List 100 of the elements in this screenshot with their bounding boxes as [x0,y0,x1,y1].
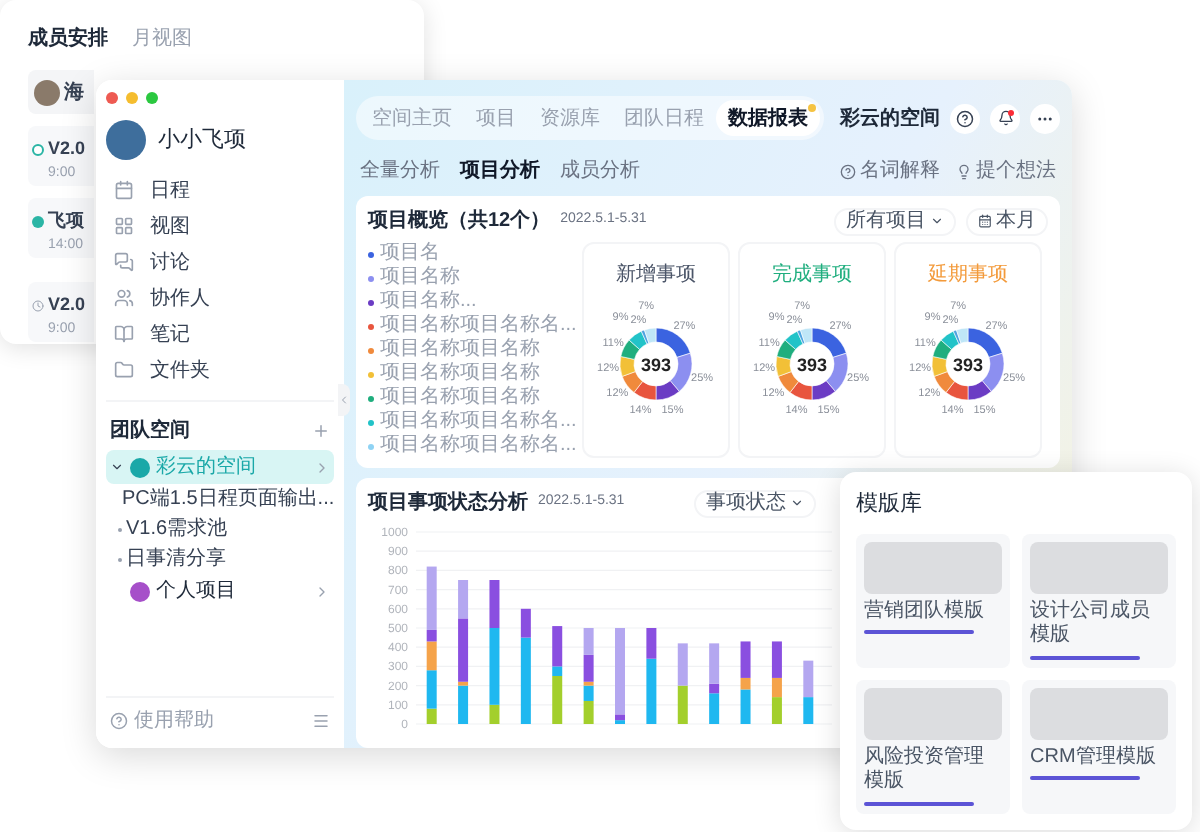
nav-icon [114,180,134,200]
help-link[interactable]: 名词解释 [840,156,940,186]
total-value: 393 [952,355,984,375]
template-card[interactable]: 设计公司成员模版 [1022,533,1176,667]
period-button[interactable]: 本月 [966,207,1048,235]
sub-item[interactable]: 日事清分享 [106,544,334,574]
donut-segment [789,381,813,401]
zoom-light[interactable] [146,92,158,104]
space-name: 彩云的空间 [840,105,940,133]
member-card[interactable]: 海 [28,70,94,114]
lightbulb-icon [956,163,972,179]
template-name: CRM管理模版 [1030,745,1158,770]
caret-icon [930,214,944,228]
space-name: 个人项目 [156,578,238,606]
help-icon [956,109,974,127]
legend-label: 项目名称项目名称 [380,364,540,384]
nav-icon [114,324,134,344]
donut-segment [945,381,969,401]
legend-label: 项目名称项目名称名... [380,316,577,336]
task-title: V2.0 [48,136,86,162]
close-light[interactable] [106,92,118,104]
help-link[interactable]: 提个想法 [956,156,1056,186]
status-dropdown[interactable]: 事项状态 [694,489,816,517]
template-thumbnail [864,687,1002,739]
template-thumbnail [1030,541,1168,593]
total-value: 393 [640,355,672,375]
donut-segment [633,381,657,401]
legend-label: 项目名称项目名称名... [380,412,577,432]
nav-icon [114,360,134,380]
minimize-light[interactable] [126,92,138,104]
legend-label: 项目名 [380,244,440,264]
template-card[interactable]: CRM管理模版 [1022,679,1176,813]
chevron-icon [314,459,330,475]
chevron-icon [314,583,330,599]
template-thumbnail [864,541,1002,593]
caret-icon [790,496,804,510]
template-name: 营销团队模版 [864,599,986,624]
underline-bar [1030,655,1141,659]
nav-icon [114,288,134,308]
nav-icon [114,216,134,236]
avatar[interactable] [106,120,146,160]
add-icon[interactable] [312,421,330,439]
underline-bar [864,630,975,634]
donut-segment [775,356,792,377]
bell-icon [997,110,1013,126]
menu-icon[interactable] [312,712,330,730]
template-name: 风险投资管理模版 [864,745,986,795]
calendar-icon [978,214,992,228]
notification-button[interactable] [990,103,1020,133]
card-title: 项目概览（共12个） [368,207,551,236]
template-name: 设计公司成员模版 [1030,599,1152,649]
task-checkbox[interactable] [32,143,44,156]
nav-item[interactable]: 讨论 [106,244,334,280]
stat-title: 完成事项 [772,261,852,290]
nav-item[interactable]: 笔记 [106,316,334,352]
member-name: 海 [64,79,84,107]
avatar [34,79,60,105]
event-title: V2.0 [48,292,86,318]
stat-title: 延期事项 [928,261,1008,290]
nav-item[interactable]: 协作人 [106,280,334,316]
project-dropdown[interactable]: 所有项目 [834,207,956,235]
underline-bar [864,801,975,805]
card-title: 项目事项状态分析 [368,489,528,518]
space-item[interactable]: 个人项目 [106,574,334,608]
space-name: 彩云的空间 [156,453,258,482]
nav-icon [114,252,134,272]
donut-segment [619,356,636,377]
sub-item[interactable]: PC端1.5日程页面输出... [106,484,334,514]
help-icon [110,712,128,730]
legend-label: 项目名称... [380,292,477,312]
legend-label: 项目名称项目名称 [380,340,540,360]
clock-icon [32,299,44,312]
user-name: 小小飞项 [158,125,246,156]
chevron-icon [338,394,350,406]
sub-tab[interactable]: 全量分析 [360,156,440,186]
nav-item[interactable]: 视图 [106,208,334,244]
collapse-handle[interactable] [338,384,350,416]
template-card[interactable]: 营销团队模版 [856,533,1010,667]
view-tab[interactable]: 成员安排 [28,24,108,54]
template-card[interactable]: 风险投资管理模版 [856,679,1010,813]
help-button[interactable] [950,103,980,133]
panel-title: 模版库 [856,489,924,520]
expand-caret-icon[interactable] [110,460,124,474]
help-icon [840,163,856,179]
sub-item[interactable]: V1.6需求池 [106,514,334,544]
legend-label: 项目名称项目名称名... [380,436,577,456]
top-tab[interactable]: 数据报表 [716,100,820,136]
template-thumbnail [1030,687,1168,739]
nav-item[interactable]: 文件夹 [106,352,334,388]
task-title: 飞项 [48,208,84,234]
legend-label: 项目名称项目名称 [380,388,540,408]
sub-tab[interactable]: 项目分析 [460,156,540,186]
section-title: 团队空间 [110,417,190,445]
nav-item[interactable]: 日程 [106,172,334,208]
sub-tab[interactable]: 成员分析 [560,156,640,186]
more-button[interactable] [1030,103,1060,133]
underline-bar [1030,776,1141,780]
legend-label: 项目名称 [380,268,460,288]
stat-title: 新增事项 [616,261,696,290]
task-checkbox[interactable] [32,215,44,228]
